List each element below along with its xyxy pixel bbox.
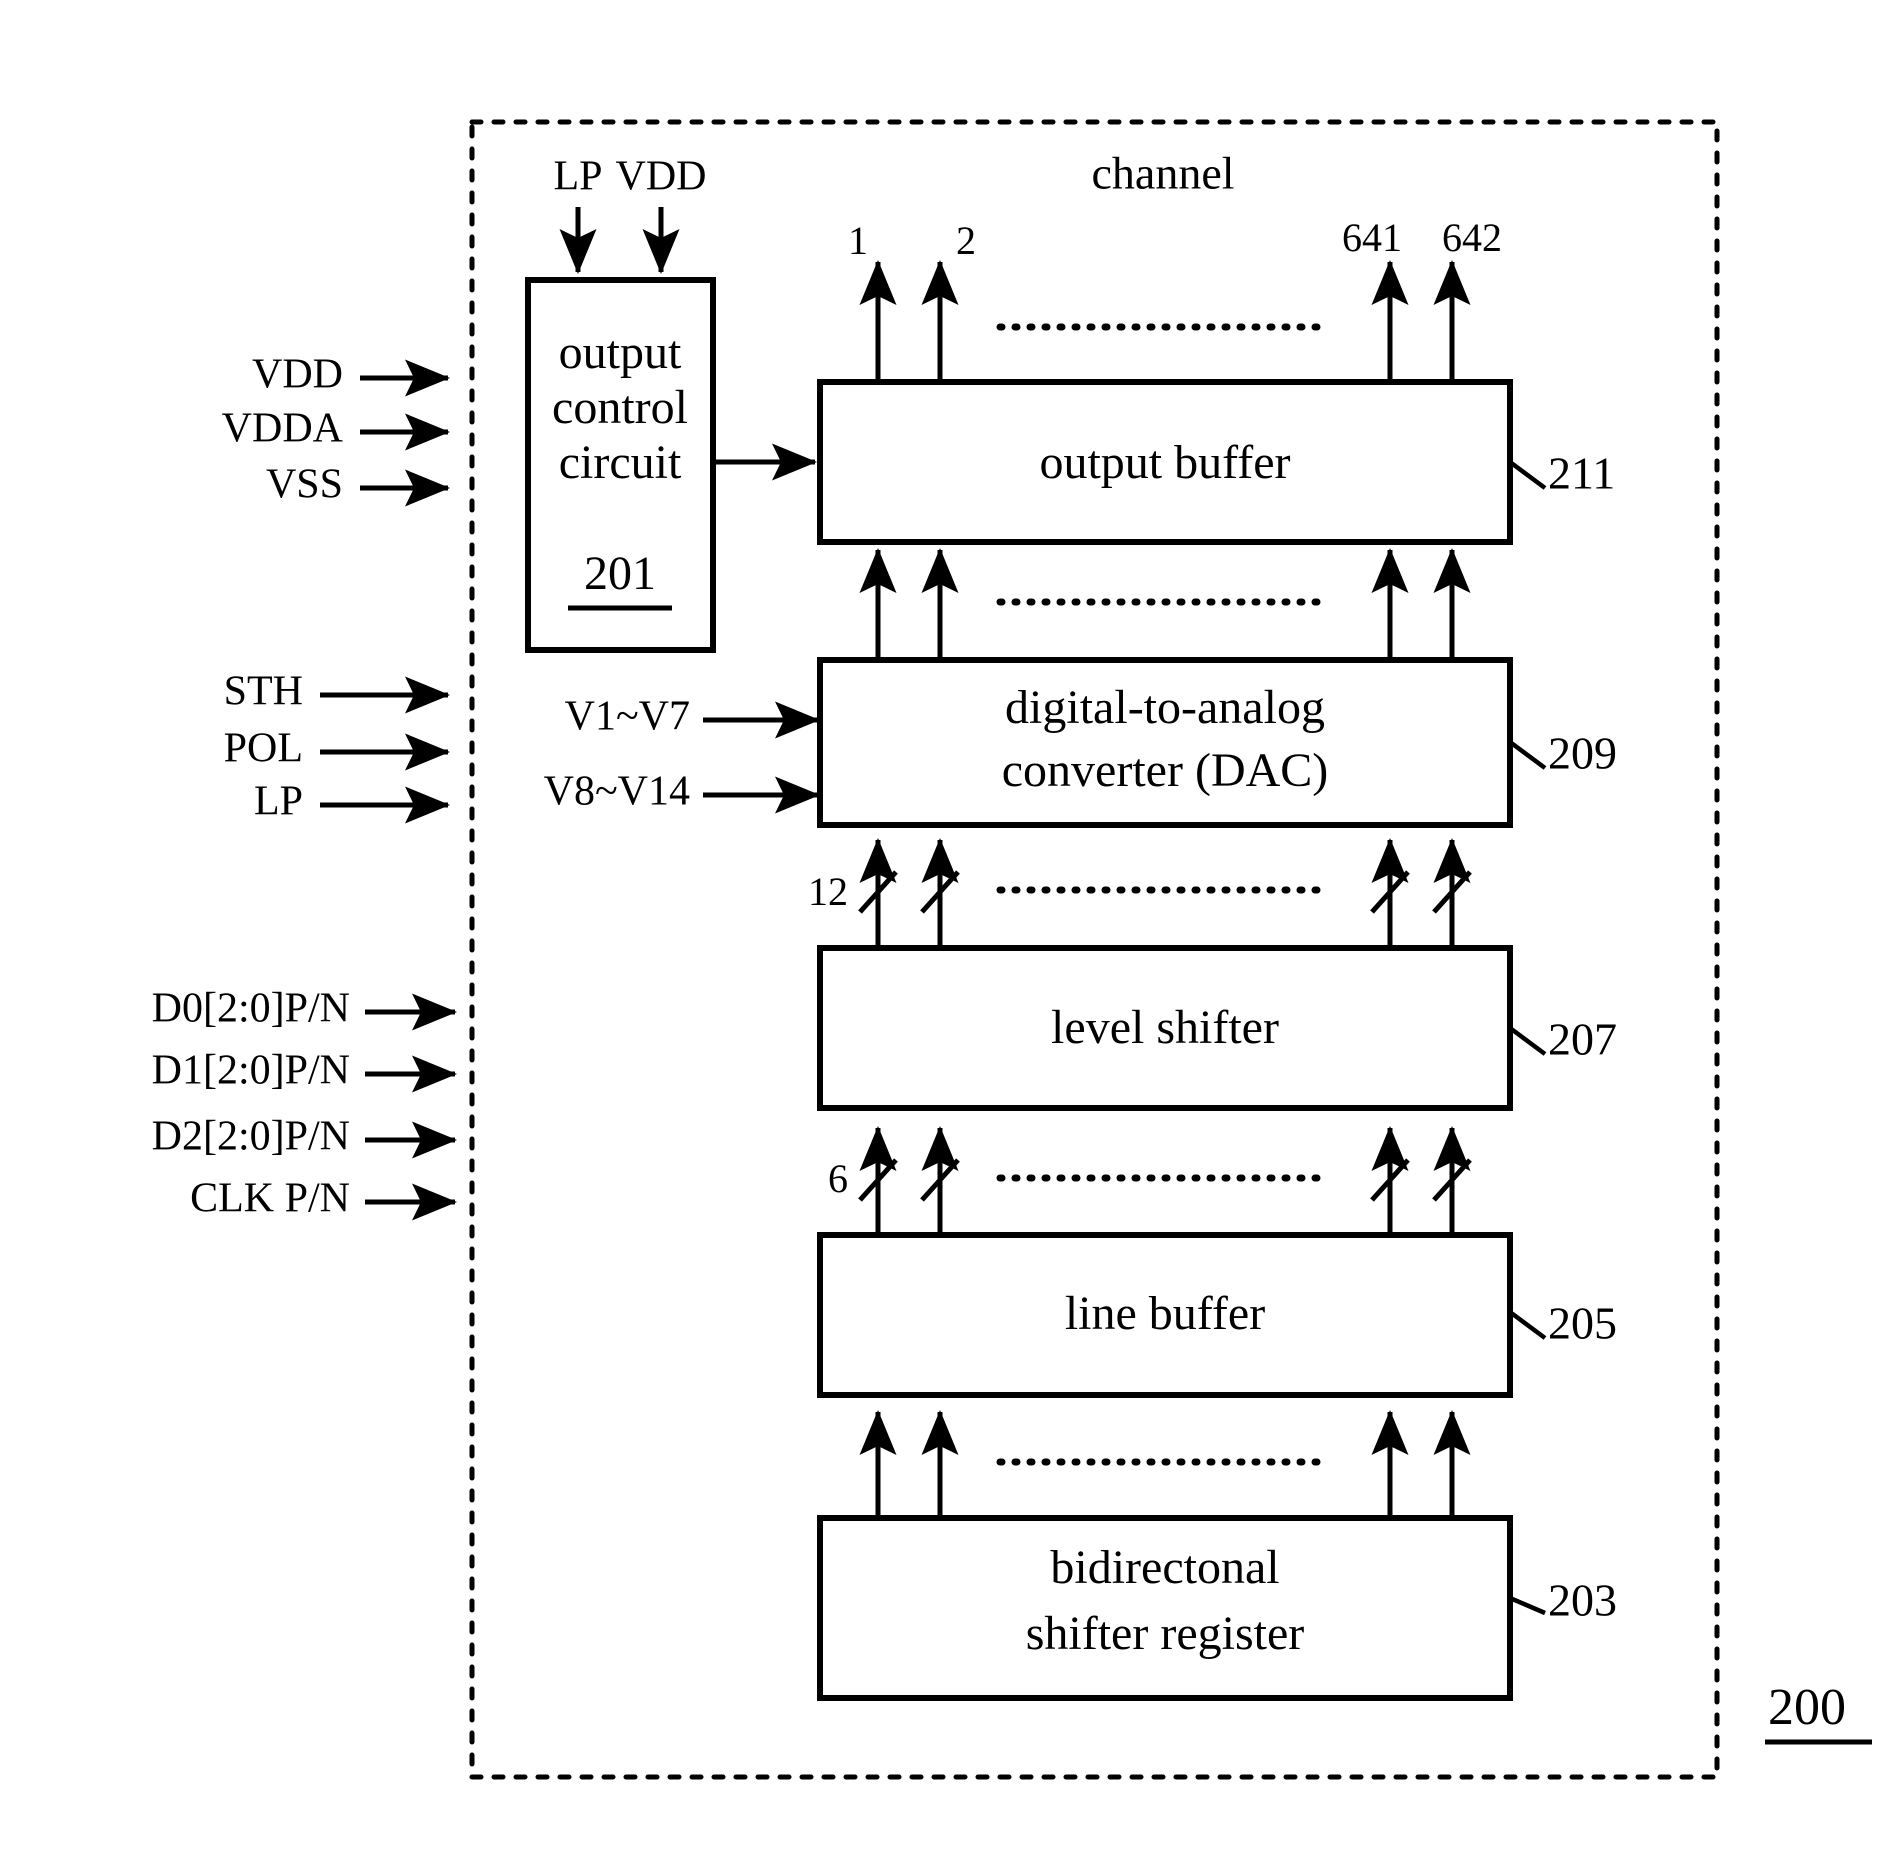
figure-canvas: channel 200 LP VDD output control circui… bbox=[0, 0, 1893, 1870]
block-reference-211: 211 bbox=[1548, 448, 1615, 499]
block-label-shifter-register-line-1: bidirectonal bbox=[1050, 1541, 1279, 1594]
input-signal-label-lp: LP bbox=[254, 779, 303, 825]
block-label-output-control-line-2: control bbox=[552, 381, 688, 434]
block-label-output-control-line-1: output bbox=[559, 326, 682, 379]
top-supply-label-lp: LP bbox=[553, 154, 602, 200]
reference-voltage-label-v1-v7: V1~V7 bbox=[565, 694, 690, 740]
input-signal-label-vdda: VDDA bbox=[222, 406, 344, 452]
block-label-level-shifter: level shifter bbox=[1051, 1001, 1279, 1054]
block-reference-205: 205 bbox=[1548, 1298, 1617, 1349]
leader-209 bbox=[1508, 740, 1547, 770]
input-signal-label-d1: D1[2:0]P/N bbox=[152, 1048, 350, 1094]
block-label-shifter-register-line-2: shifter register bbox=[1026, 1607, 1305, 1660]
input-signal-label-vdd: VDD bbox=[252, 352, 343, 398]
channel-number-642: 642 bbox=[1442, 215, 1502, 260]
figure-reference-number: 200 bbox=[1768, 1679, 1846, 1736]
top-supply-label-vdd: VDD bbox=[616, 154, 707, 200]
block-label-output-control-line-3: circuit bbox=[559, 436, 682, 489]
input-signal-label-pol: POL bbox=[224, 726, 303, 772]
leader-211 bbox=[1508, 460, 1547, 490]
input-signal-label-sth: STH bbox=[224, 669, 303, 715]
block-reference-209: 209 bbox=[1548, 728, 1617, 779]
channel-number-641: 641 bbox=[1342, 215, 1402, 260]
block-reference-203: 203 bbox=[1548, 1575, 1617, 1626]
input-signal-label-d0: D0[2:0]P/N bbox=[152, 986, 350, 1032]
leader-203 bbox=[1509, 1595, 1546, 1616]
block-label-line-buffer: line buffer bbox=[1065, 1287, 1265, 1340]
enclosure-label: channel bbox=[1091, 148, 1234, 199]
block-reference-207: 207 bbox=[1548, 1014, 1617, 1065]
bus-width-label-6: 6 bbox=[828, 1156, 848, 1201]
block-label-output-buffer: output buffer bbox=[1039, 436, 1290, 489]
bus-width-label-12: 12 bbox=[808, 869, 848, 914]
channel-number-2: 2 bbox=[956, 218, 976, 263]
leader-207 bbox=[1508, 1026, 1547, 1056]
input-signal-label-clk: CLK P/N bbox=[190, 1176, 350, 1222]
block-diagram: channel 200 LP VDD output control circui… bbox=[152, 119, 1872, 1780]
block-label-dac-line-1: digital-to-analog bbox=[1005, 681, 1325, 734]
block-reference-201: 201 bbox=[584, 547, 656, 600]
channel-number-1: 1 bbox=[848, 218, 868, 263]
input-signal-label-d2: D2[2:0]P/N bbox=[152, 1114, 350, 1160]
block-label-dac-line-2: converter (DAC) bbox=[1002, 744, 1329, 797]
input-signal-label-vss: VSS bbox=[266, 462, 343, 508]
reference-voltage-label-v8-v14: V8~V14 bbox=[544, 769, 690, 815]
leader-205 bbox=[1508, 1310, 1547, 1340]
